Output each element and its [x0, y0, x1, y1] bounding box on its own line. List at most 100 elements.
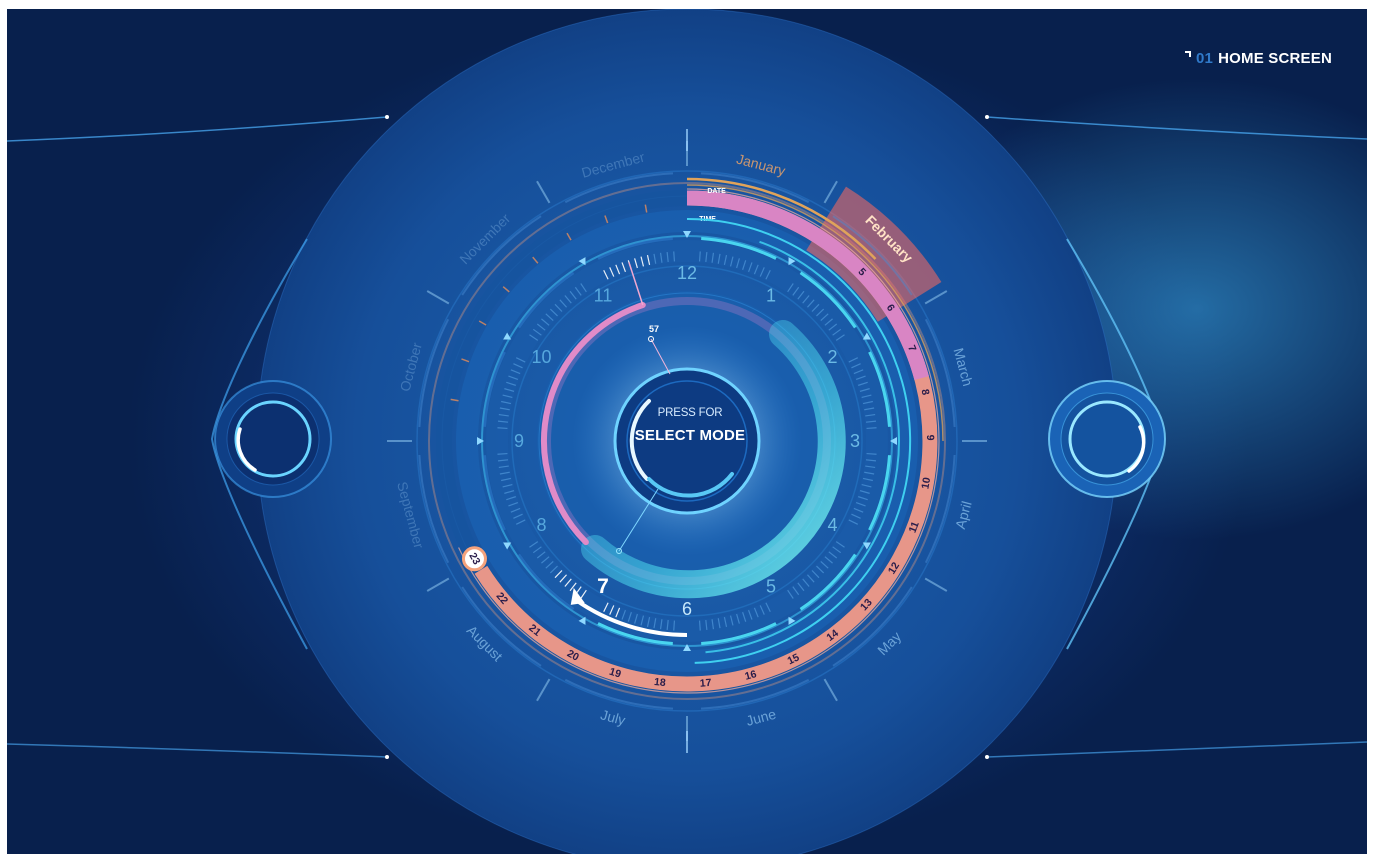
month-divider-tick — [536, 678, 551, 702]
screen-indicator: 01 HOME SCREEN — [1185, 50, 1332, 67]
scale-tick — [559, 574, 568, 583]
scale-tick — [532, 546, 542, 554]
scale-tick — [510, 369, 521, 375]
hour-segment-bar — [483, 455, 506, 531]
scale-tick — [736, 258, 740, 269]
scale-tick — [705, 619, 708, 631]
scale-tick — [859, 490, 870, 494]
hour-segment-bar — [799, 553, 857, 611]
minute-tick — [478, 320, 487, 326]
scale-tick — [508, 501, 519, 507]
scale-tick — [554, 303, 563, 312]
month-label-april: April — [952, 499, 975, 530]
scale-tick — [820, 313, 829, 322]
scale-tick — [515, 519, 526, 525]
month-divider-tick — [924, 290, 948, 305]
minute-tick — [461, 358, 470, 363]
scale-tick — [811, 570, 820, 579]
selected-month-highlight — [806, 186, 942, 322]
hour-marker-notch — [890, 437, 897, 445]
scale-tick — [866, 452, 877, 455]
clock-hour-10: 10 — [531, 347, 551, 367]
scale-tick — [811, 303, 820, 312]
scale-tick — [634, 258, 638, 269]
hour-marker-notch — [477, 437, 484, 445]
scale-tick — [646, 255, 651, 266]
scale-tick — [865, 413, 876, 417]
scale-tick — [797, 582, 805, 592]
scale-tick — [792, 286, 800, 296]
scale-tick — [653, 253, 657, 264]
scale-tick — [580, 589, 587, 599]
scale-tick — [621, 262, 627, 273]
scale-tick — [828, 323, 838, 331]
month-label-may: May — [874, 628, 904, 658]
scale-tick — [865, 459, 877, 462]
minute-tick — [502, 286, 510, 293]
scale-tick — [753, 264, 759, 275]
scale-tick — [717, 618, 721, 629]
scale-tick — [862, 477, 873, 482]
scale-tick — [824, 318, 833, 326]
hour-marker-notch — [683, 231, 691, 238]
scale-tick — [529, 541, 539, 548]
scale-tick — [711, 619, 715, 630]
scale-tick — [861, 483, 872, 488]
scale-tick — [497, 459, 509, 462]
scale-tick — [510, 507, 521, 513]
clock-hour-11: 11 — [594, 286, 613, 306]
scale-tick — [802, 578, 810, 587]
screen-number: 01 — [1196, 50, 1214, 67]
date-tag: DATE — [707, 188, 726, 195]
clock-hour-1: 1 — [766, 286, 776, 306]
scale-tick — [828, 551, 838, 559]
scale-tick — [515, 357, 526, 363]
scale-tick — [545, 560, 554, 569]
month-label-september: September — [394, 480, 427, 551]
scale-tick — [621, 609, 627, 620]
scale-tick — [536, 551, 546, 559]
scale-tick — [673, 251, 676, 262]
scale-tick — [603, 602, 609, 613]
scale-tick — [832, 328, 842, 336]
scale-tick — [820, 560, 829, 569]
scale-tick — [848, 519, 859, 525]
scale-tick — [835, 334, 845, 341]
hour-marker-notch — [578, 257, 586, 266]
scale-tick — [574, 286, 582, 296]
month-divider-tick — [426, 577, 450, 592]
scale-tick — [513, 363, 523, 369]
scale-tick — [501, 477, 512, 482]
scale-tick — [615, 264, 621, 275]
scale-tick — [806, 574, 815, 583]
scale-tick — [742, 260, 747, 270]
scale-tick — [609, 605, 615, 615]
scale-tick — [499, 471, 510, 475]
scale-tick — [634, 613, 638, 624]
select-mode-button[interactable] — [613, 367, 761, 515]
scale-tick — [816, 565, 825, 574]
scale-tick — [640, 615, 645, 626]
month-divider-tick — [823, 180, 838, 204]
minute-tick — [450, 398, 459, 402]
scale-tick — [729, 256, 734, 267]
scale-tick — [835, 541, 845, 548]
scale-tick — [723, 255, 728, 266]
scale-tick — [653, 618, 657, 629]
scale-tick — [554, 570, 563, 579]
scale-tick — [580, 283, 587, 293]
scale-tick — [698, 620, 701, 631]
left-knob[interactable] — [215, 381, 331, 497]
hour-segment-bar — [868, 455, 891, 531]
month-label-november: November — [456, 210, 513, 267]
scale-tick — [513, 513, 523, 519]
hour-progress-arc — [574, 598, 688, 637]
clock-hour-5: 5 — [766, 577, 776, 597]
scale-tick — [802, 295, 810, 304]
date-day-label: 9 — [924, 435, 936, 441]
scale-tick — [615, 607, 621, 618]
scale-tick — [564, 578, 572, 587]
scale-tick — [853, 369, 864, 375]
right-knob[interactable] — [1049, 381, 1165, 497]
hour-segment-bar — [517, 271, 575, 329]
